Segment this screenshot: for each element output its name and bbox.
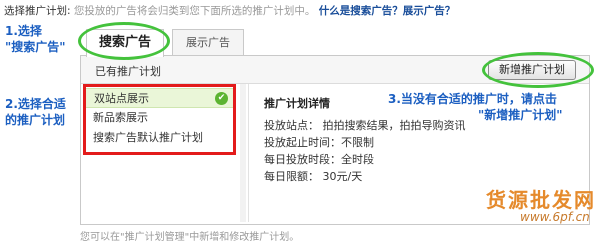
- annotation-step-2-line1: 2.选择合适: [5, 97, 66, 111]
- watermark-url: www.6pf.cn: [520, 210, 590, 224]
- footer-note: 您可以在"推广计划管理"中新增和修改推广计划。: [80, 232, 300, 243]
- annotation-step-3-line1: 3.当没有合适的推广时，请点击: [388, 92, 557, 106]
- highlight-circle-button: [482, 52, 594, 88]
- annotation-step-1: 1.选择 "搜索广告": [5, 23, 66, 55]
- details-daily: 每日投放时段：全时段: [264, 153, 374, 166]
- highlight-circle-tab: [78, 22, 170, 60]
- highlight-box-plans: [83, 84, 236, 155]
- plan-list-scrollbar[interactable]: [240, 84, 246, 222]
- plan-header: 选择推广计划: 您投放的广告将会归类到您下面所选的推广计划中。 什么是搜索广告？…: [4, 3, 455, 18]
- details-time: 投放起止时间：不限制: [264, 136, 374, 149]
- panel-title: 已有推广计划: [95, 65, 161, 78]
- annotation-step-2: 2.选择合适 的推广计划: [5, 96, 66, 128]
- annotation-step-3-line2: "新增推广计划": [478, 108, 563, 122]
- annotation-step-1-line1: 1.选择: [5, 24, 42, 38]
- watermark-logo: 货源批发网: [486, 188, 596, 212]
- help-link[interactable]: 什么是搜索广告？展示广告？: [319, 5, 456, 17]
- details-budget: 每日限额： 30元/天: [264, 170, 363, 183]
- panel-divider: [248, 84, 249, 222]
- annotation-step-3: 3.当没有合适的推广时，请点击 "新增推广计划": [388, 91, 563, 123]
- plan-header-hint: 您投放的广告将会归类到您下面所选的推广计划中。: [73, 5, 316, 17]
- plan-header-label: 选择推广计划:: [4, 5, 71, 17]
- tab-display-ads[interactable]: 展示广告: [172, 29, 244, 55]
- annotation-step-2-line2: 的推广计划: [5, 113, 66, 127]
- annotation-step-1-line2: "搜索广告": [5, 40, 66, 54]
